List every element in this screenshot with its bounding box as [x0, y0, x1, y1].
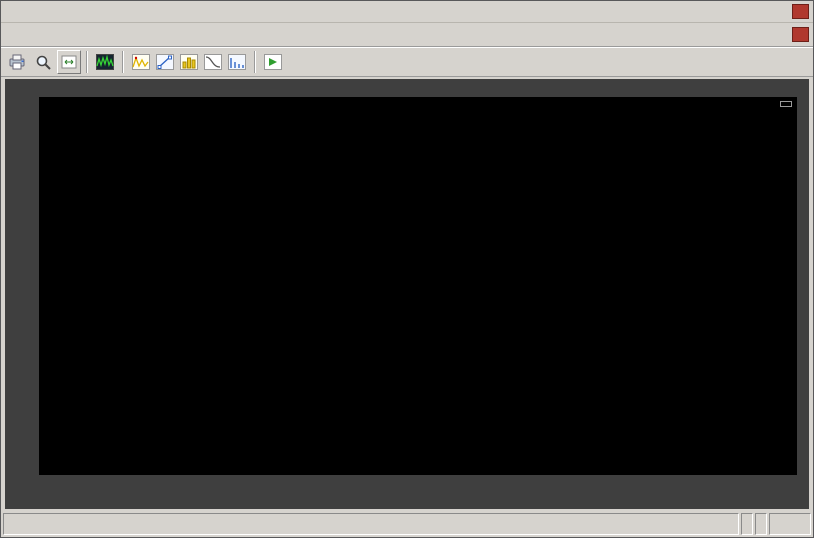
- blue-cursor-icon: [156, 54, 174, 70]
- menu-item-help[interactable]: [71, 32, 87, 38]
- blue-spectrum-icon: [228, 54, 246, 70]
- spectrum-plot-canvas[interactable]: [39, 97, 797, 475]
- menu-item-tools[interactable]: [23, 32, 39, 38]
- menu-item-file[interactable]: [7, 32, 23, 38]
- cursor-measurements-button[interactable]: [153, 50, 177, 74]
- menu-bar: [1, 23, 813, 47]
- expand-arrows-icon: [61, 55, 77, 69]
- sample-rate-value: [755, 513, 767, 535]
- status-bar: [3, 513, 811, 535]
- green-spectrum-icon: [96, 54, 114, 70]
- spectrum-settings-button[interactable]: [93, 50, 117, 74]
- printer-icon: [8, 54, 28, 70]
- toolbar-separator: [86, 51, 88, 73]
- zoom-button[interactable]: [32, 50, 57, 74]
- close-icon[interactable]: [792, 4, 809, 19]
- yellow-bars-icon: [180, 54, 198, 70]
- status-message: [3, 513, 739, 535]
- curve-icon: [204, 54, 222, 70]
- toolbar: [1, 47, 813, 77]
- axes-area: [39, 97, 797, 475]
- figure-area: [5, 79, 809, 509]
- spectrum-analyzer-window: { "window": { "title": "Spectrum Analyze…: [0, 0, 814, 538]
- play-icon: [264, 54, 282, 70]
- fit-to-view-button[interactable]: [57, 50, 81, 74]
- distortion-measurements-button[interactable]: [225, 50, 249, 74]
- toolbar-separator: [122, 51, 124, 73]
- magnifier-icon: [35, 54, 53, 70]
- playback-button[interactable]: [261, 50, 285, 74]
- title-bar[interactable]: [1, 1, 813, 23]
- menu-item-playback[interactable]: [55, 32, 71, 38]
- time-value: [769, 513, 811, 535]
- rbw-value: [741, 513, 753, 535]
- menu-close-icon[interactable]: [792, 27, 809, 42]
- export-button[interactable]: [5, 50, 32, 74]
- peak-finder-button[interactable]: [129, 50, 153, 74]
- legend[interactable]: [780, 101, 792, 107]
- menu-item-view[interactable]: [39, 32, 55, 38]
- ccdf-measurements-button[interactable]: [201, 50, 225, 74]
- yellow-peaks-icon: [132, 54, 150, 70]
- signal-statistics-button[interactable]: [177, 50, 201, 74]
- toolbar-separator: [254, 51, 256, 73]
